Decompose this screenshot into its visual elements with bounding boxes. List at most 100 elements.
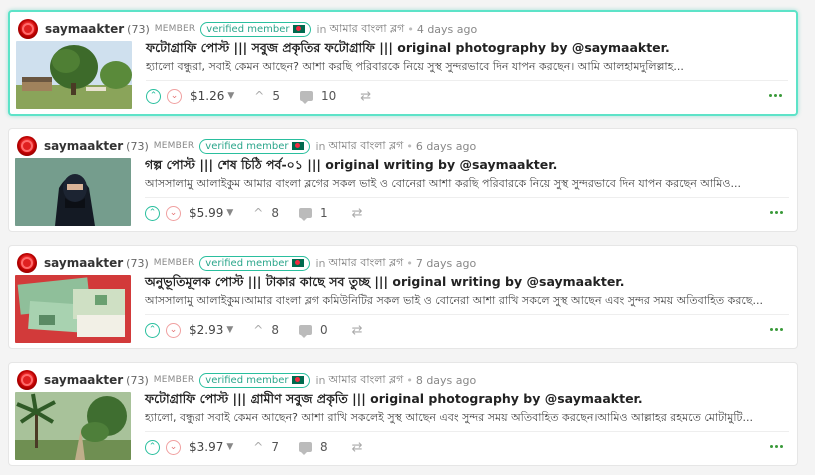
downvote-button[interactable]: ⌄ xyxy=(166,205,181,221)
payout-value[interactable]: $3.97 xyxy=(189,440,223,454)
payout-value[interactable]: $2.93 xyxy=(189,323,223,337)
author-name[interactable]: saymaakter xyxy=(44,373,123,387)
comments-count[interactable]: 8 xyxy=(298,440,328,455)
post-thumbnail[interactable] xyxy=(15,275,131,343)
divider xyxy=(145,314,789,315)
post-card[interactable]: saymaakter (73) MEMBER verified member i… xyxy=(8,362,798,466)
upvote-button[interactable]: ⌃ xyxy=(145,205,160,221)
post-header: saymaakter (73) MEMBER verified member i… xyxy=(17,369,476,391)
votes-count[interactable]: ^ 7 xyxy=(253,440,279,454)
post-card[interactable]: saymaakter (73) MEMBER verified member i… xyxy=(8,10,798,116)
avatar[interactable] xyxy=(18,19,38,39)
community-link[interactable]: আমার বাংলা ব্লগ xyxy=(329,254,404,273)
resteem-icon[interactable]: ⇄ xyxy=(352,323,363,338)
payout-dropdown-icon[interactable]: ▼ xyxy=(226,325,233,335)
community-link[interactable]: আমার বাংলা ব্লগ xyxy=(329,137,404,156)
votes-count[interactable]: ^ 8 xyxy=(253,206,279,220)
comments-value: 1 xyxy=(319,206,328,220)
payout-dropdown-icon[interactable]: ▼ xyxy=(226,208,233,218)
post-snippet[interactable]: আসসালামু আলাইকুম আমার বাংলা ব্লগের সকল ভ… xyxy=(145,175,785,194)
votes-value: 8 xyxy=(271,206,279,220)
bangladesh-flag-icon xyxy=(292,142,305,150)
votes-value: 5 xyxy=(272,89,280,103)
chevron-up-icon: ^ xyxy=(254,89,265,103)
more-options-icon[interactable] xyxy=(770,211,783,214)
badge-label: verified member xyxy=(206,23,290,35)
verified-badge: verified member xyxy=(200,21,312,37)
comments-count[interactable]: 10 xyxy=(299,89,337,104)
post-time[interactable]: 4 days ago xyxy=(417,23,477,36)
upvote-button[interactable]: ⌃ xyxy=(146,88,161,104)
post-thumbnail[interactable] xyxy=(15,158,131,226)
verified-badge: verified member xyxy=(199,372,311,388)
in-label: in xyxy=(315,139,326,153)
comment-icon xyxy=(299,91,313,104)
post-snippet[interactable]: হ্যালো, বন্ধুরা সবাই কেমন আছেন? আশা রাখি… xyxy=(145,409,785,428)
post-header: saymaakter (73) MEMBER verified member i… xyxy=(17,135,476,157)
post-card[interactable]: saymaakter (73) MEMBER verified member i… xyxy=(8,128,798,232)
author-role: MEMBER xyxy=(154,24,196,34)
votes-count[interactable]: ^ 5 xyxy=(254,89,280,103)
chevron-up-icon: ^ xyxy=(253,440,264,454)
more-options-icon[interactable] xyxy=(770,445,783,448)
payout-value[interactable]: $5.99 xyxy=(189,206,223,220)
more-options-icon[interactable] xyxy=(769,94,782,97)
more-options-icon[interactable] xyxy=(770,328,783,331)
payout-dropdown-icon[interactable]: ▼ xyxy=(226,442,233,452)
avatar[interactable] xyxy=(17,136,37,156)
community-link[interactable]: আমার বাংলা ব্লগ xyxy=(329,371,404,390)
upvote-button[interactable]: ⌃ xyxy=(145,439,160,455)
votes-count[interactable]: ^ 8 xyxy=(253,323,279,337)
post-time[interactable]: 8 days ago xyxy=(416,374,476,387)
author-name[interactable]: saymaakter xyxy=(44,139,123,153)
post-snippet[interactable]: আসসালামু আলাইকুম।আমার বাংলা ব্লগ কমিউনিট… xyxy=(145,292,785,311)
author-name[interactable]: saymaakter xyxy=(45,22,124,36)
post-title[interactable]: ফটোগ্রাফি পোস্ট ||| গ্রামীণ সবুজ প্রকৃতি… xyxy=(145,391,643,411)
post-actions: ⌃ ⌄ $1.26 ▼ ^ 5 10 ⇄ xyxy=(146,87,371,105)
post-time[interactable]: 7 days ago xyxy=(416,257,476,270)
divider xyxy=(146,80,788,81)
comments-value: 10 xyxy=(320,89,337,103)
post-thumbnail[interactable] xyxy=(16,41,132,109)
avatar[interactable] xyxy=(17,253,37,273)
post-snippet[interactable]: হ্যালো বন্ধুরা, সবাই কেমন আছেন? আশা করছি… xyxy=(146,58,786,77)
avatar[interactable] xyxy=(17,370,37,390)
separator-dot: • xyxy=(406,373,413,387)
comment-icon xyxy=(298,325,312,338)
in-label: in xyxy=(315,256,326,270)
post-thumbnail[interactable] xyxy=(15,392,131,460)
post-title[interactable]: ফটোগ্রাফি পোস্ট ||| সবুজ প্রকৃতির ফটোগ্র… xyxy=(146,40,670,60)
downvote-button[interactable]: ⌄ xyxy=(166,439,181,455)
payout-value[interactable]: $1.26 xyxy=(190,89,224,103)
author-role: MEMBER xyxy=(153,375,195,385)
resteem-icon[interactable]: ⇄ xyxy=(352,440,363,455)
downvote-button[interactable]: ⌄ xyxy=(167,88,182,104)
divider xyxy=(145,431,789,432)
badge-label: verified member xyxy=(205,257,289,269)
community-link[interactable]: আমার বাংলা ব্লগ xyxy=(330,20,405,39)
divider xyxy=(145,197,789,198)
comments-count[interactable]: 0 xyxy=(298,323,328,338)
author-reputation: (73) xyxy=(127,22,150,36)
post-actions: ⌃ ⌄ $5.99 ▼ ^ 8 1 ⇄ xyxy=(145,204,363,222)
payout-dropdown-icon[interactable]: ▼ xyxy=(227,91,234,101)
post-title[interactable]: অনুভূতিমূলক পোস্ট ||| টাকার কাছে সব তুচ্… xyxy=(145,274,624,294)
comment-icon xyxy=(298,208,312,221)
upvote-button[interactable]: ⌃ xyxy=(145,322,160,338)
author-name[interactable]: saymaakter xyxy=(44,256,123,270)
post-time[interactable]: 6 days ago xyxy=(416,140,476,153)
separator-dot: • xyxy=(406,256,413,270)
votes-value: 7 xyxy=(271,440,279,454)
bangladesh-flag-icon xyxy=(292,259,305,267)
resteem-icon[interactable]: ⇄ xyxy=(352,206,363,221)
post-card[interactable]: saymaakter (73) MEMBER verified member i… xyxy=(8,245,798,349)
resteem-icon[interactable]: ⇄ xyxy=(360,89,371,104)
downvote-button[interactable]: ⌄ xyxy=(166,322,181,338)
in-label: in xyxy=(316,22,327,36)
post-actions: ⌃ ⌄ $3.97 ▼ ^ 7 8 ⇄ xyxy=(145,438,363,456)
post-title[interactable]: গল্প পোস্ট ||| শেষ চিঠি পর্ব-০১ ||| orig… xyxy=(145,157,557,177)
comments-count[interactable]: 1 xyxy=(298,206,328,221)
post-actions: ⌃ ⌄ $2.93 ▼ ^ 8 0 ⇄ xyxy=(145,321,363,339)
chevron-up-icon: ^ xyxy=(253,323,264,337)
votes-value: 8 xyxy=(271,323,279,337)
